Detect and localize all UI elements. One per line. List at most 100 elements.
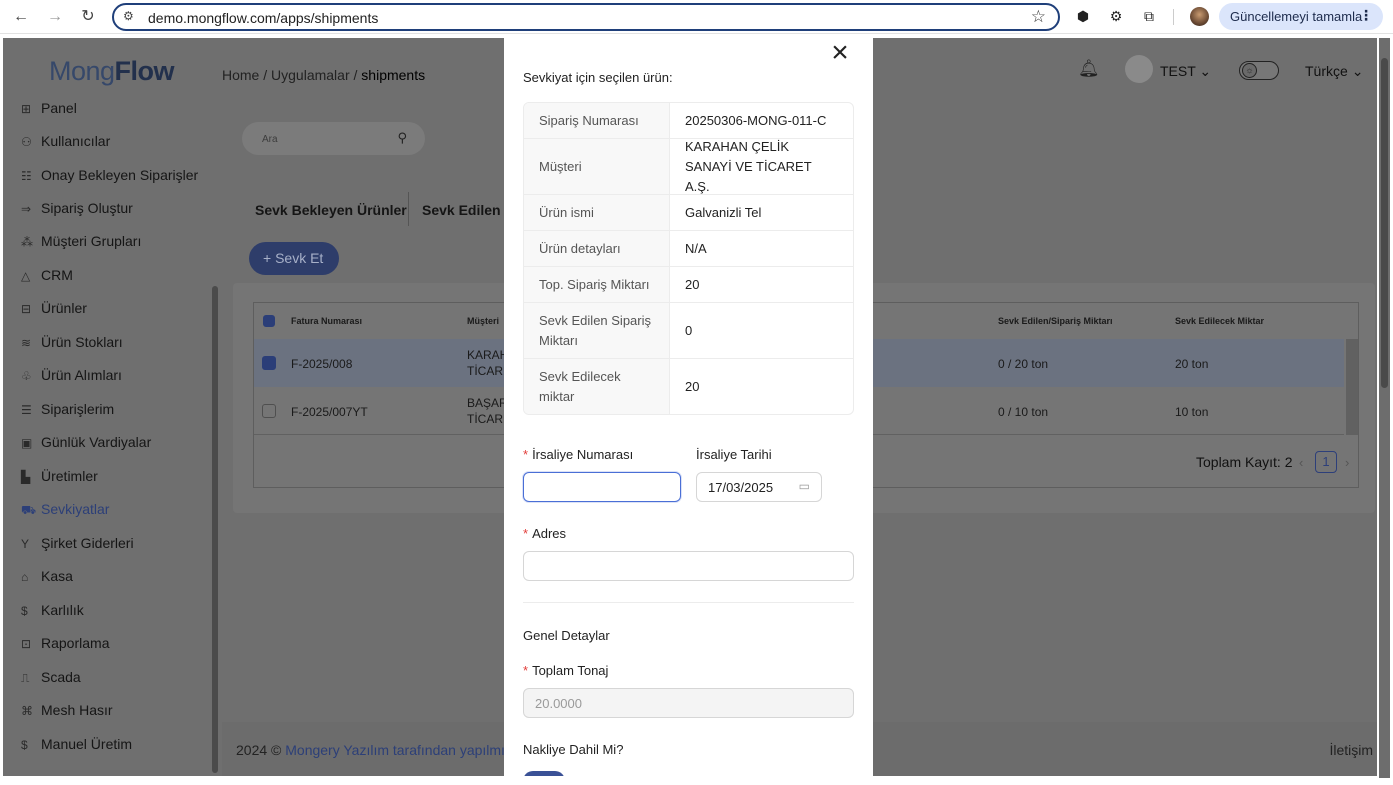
next-page-icon[interactable]: ›: [1345, 455, 1349, 470]
user-name: TEST: [1160, 63, 1196, 79]
shipped-ratio-cell: 0 / 20 ton: [998, 357, 1049, 371]
sidebar-item-customer-groups[interactable]: ⁂ Müşteri Grupları: [21, 233, 141, 253]
column-header-customer[interactable]: Müşteri: [467, 316, 499, 326]
sidebar-item-product-purchases[interactable]: ♧ Ürün Alımları: [21, 367, 122, 387]
sidebar-item-pending-orders[interactable]: ☷ Onay Bekleyen Siparişler: [21, 167, 198, 187]
sidebar-item-company-expenses[interactable]: Y Şirket Giderleri: [21, 535, 134, 555]
sidebar-item-my-orders[interactable]: ☰ Siparişlerim: [21, 401, 114, 421]
sidebar-item-label: Kasa: [41, 568, 73, 584]
bell-icon[interactable]: 🔔︎: [1078, 59, 1100, 79]
avatar[interactable]: [1125, 55, 1153, 83]
required-marker: *: [523, 663, 529, 678]
address-input[interactable]: [523, 551, 854, 581]
breadcrumb: Home / Uygulamalar / shipments: [222, 67, 425, 83]
site-settings-icon[interactable]: ⚙: [123, 9, 134, 23]
sidebar-item-label: Sipariş Oluştur: [41, 200, 133, 216]
select-all-checkbox[interactable]: [263, 315, 275, 327]
row-checkbox[interactable]: [262, 356, 276, 370]
column-header-invoice[interactable]: Fatura Numarası: [291, 316, 362, 326]
bookmark-star-icon[interactable]: ☆: [1031, 7, 1046, 27]
breadcrumb-apps[interactable]: Uygulamalar: [271, 67, 350, 83]
theme-toggle[interactable]: ☼: [1239, 61, 1279, 80]
truck-icon: ⛟: [21, 503, 37, 517]
detail-row: Ürün detayları N/A: [524, 231, 853, 267]
breadcrumb-separator: /: [353, 67, 358, 83]
sidebar-scrollbar[interactable]: [212, 286, 218, 773]
calendar-icon[interactable]: ▭: [799, 479, 810, 493]
detail-value: Galvanizli Tel: [685, 204, 762, 220]
sidebar-item-create-order[interactable]: ⇒ Sipariş Oluştur: [21, 200, 133, 220]
sidebar: MongFlow ⊞ Panel ⚇ Kullanıcılar ☷ Onay Bekl…: [3, 38, 222, 776]
page-number-1[interactable]: 1: [1315, 451, 1337, 473]
required-marker: *: [523, 447, 529, 462]
sidebar-item-label: Üretimler: [41, 468, 98, 484]
detail-row: Ürün ismi Galvanizli Tel: [524, 195, 853, 231]
sidebar-item-cash[interactable]: ⌂ Kasa: [21, 568, 73, 588]
logo-light-part: Mong: [49, 56, 115, 86]
selected-product-details: Sipariş Numarası 20250306-MONG-011-C Müş…: [523, 102, 854, 415]
ordered-list-icon: ☰: [21, 403, 32, 417]
search-input[interactable]: Ara ⚲: [242, 122, 425, 155]
tab-divider: [408, 192, 409, 226]
page-scrollbar-thumb[interactable]: [1381, 58, 1388, 388]
back-arrow-icon[interactable]: ←: [10, 6, 32, 28]
remaining-cell: 10 ton: [1175, 405, 1209, 419]
url-text: demo.mongflow.com/apps/shipments: [148, 10, 379, 26]
add-shipment-button[interactable]: + Sevk Et: [249, 242, 339, 275]
sidebar-item-product-stocks[interactable]: ≋ Ürün Stokları: [21, 334, 123, 354]
sidebar-item-crm[interactable]: △ CRM: [21, 267, 73, 287]
mongflow-logo[interactable]: MongFlow: [49, 56, 175, 87]
breadcrumb-home[interactable]: Home: [222, 67, 259, 83]
sidebar-item-mesh[interactable]: ⌘ Mesh Hasır: [21, 702, 113, 722]
column-header-remaining[interactable]: Sevk Edilecek Miktar: [1175, 316, 1264, 326]
sidebar-item-productions[interactable]: ▙ Üretimler: [21, 468, 98, 488]
sidebar-item-label: Ürün Alımları: [41, 367, 122, 383]
sidebar-item-users[interactable]: ⚇ Kullanıcılar: [21, 133, 110, 153]
customer-line-1: BAŞAR: [467, 396, 508, 410]
waybill-number-input[interactable]: [523, 472, 681, 502]
footer-link[interactable]: Mongery Yazılım tarafından yapılmıştı: [285, 742, 519, 758]
sidebar-item-scada[interactable]: ⎍ Scada: [21, 669, 81, 689]
close-icon[interactable]: ×: [828, 38, 852, 68]
remaining-cell: 20 ton: [1175, 357, 1209, 371]
sidebar-item-label: Onay Bekleyen Siparişler: [41, 167, 199, 183]
tab-shipped[interactable]: Sevk Edilen Ü: [422, 202, 515, 218]
page-scrollbar[interactable]: [1379, 38, 1390, 778]
column-header-shipped-ratio[interactable]: Sevk Edilen/Sipariş Miktarı: [998, 316, 1113, 326]
search-icon[interactable]: ⚲: [397, 130, 407, 146]
sidebar-item-shipments[interactable]: ⛟ Sevkiyatlar: [21, 501, 109, 521]
tab-pending-shipments[interactable]: Sevk Bekleyen Ürünler: [255, 202, 407, 218]
sidebar-item-daily-shifts[interactable]: ▣ Günlük Vardiyalar: [21, 434, 151, 454]
kebab-menu-icon[interactable]: ⋮: [1359, 7, 1373, 24]
cluster-icon: ⁂: [21, 235, 33, 249]
extension-gear-icon[interactable]: ⚙: [1107, 7, 1125, 25]
contact-link[interactable]: İletişim: [1329, 742, 1373, 758]
waybill-date-picker[interactable]: 17/03/2025 ▭: [696, 472, 822, 502]
address-label: * Adres: [523, 526, 566, 541]
sidebar-item-panel[interactable]: ⊞ Panel: [21, 100, 77, 120]
transport-included-switch[interactable]: [523, 771, 565, 776]
language-select[interactable]: Türkçe ⌄: [1305, 63, 1363, 80]
sidebar-item-products[interactable]: ⊟ Ürünler: [21, 300, 87, 320]
browser-toolbar: ← → ↻ ⚙ demo.mongflow.com/apps/shipments…: [0, 0, 1393, 34]
update-button[interactable]: Güncellemeyi tamamla ⋮: [1219, 3, 1383, 30]
extension-shield-icon[interactable]: ⬢: [1074, 7, 1092, 25]
sidebar-item-reporting[interactable]: ⊡ Raporlama: [21, 635, 109, 655]
reload-icon[interactable]: ↻: [77, 6, 99, 28]
waybill-number-label-text: İrsaliye Numarası: [532, 447, 634, 462]
forward-arrow-icon[interactable]: →: [44, 6, 66, 28]
table-scrollbar[interactable]: [1346, 339, 1358, 435]
sidebar-item-manual-production[interactable]: $ Manuel Üretim: [21, 736, 132, 756]
user-menu[interactable]: TEST ⌄: [1160, 63, 1211, 80]
extensions-puzzle-icon[interactable]: ⧉: [1140, 7, 1158, 25]
profile-avatar-icon[interactable]: [1190, 7, 1209, 26]
sidebar-item-profitability[interactable]: $ Karlılık: [21, 602, 84, 622]
table-icon: ⊟: [21, 302, 32, 316]
footer-text: 2024 © Mongery Yazılım tarafından yapılm…: [236, 742, 520, 758]
prev-page-icon[interactable]: ‹: [1299, 455, 1303, 470]
shipment-drawer: × Sevkiyat için seçilen ürün: Sipariş Nu…: [504, 38, 873, 776]
address-bar[interactable]: ⚙ demo.mongflow.com/apps/shipments ☆: [112, 3, 1060, 31]
detail-row: Sevk Edilecek miktar 20: [524, 359, 853, 414]
row-checkbox[interactable]: [262, 404, 276, 418]
detail-value: KARAHAN ÇELİK SANAYİ VE TİCARET A.Ş.: [685, 138, 812, 194]
